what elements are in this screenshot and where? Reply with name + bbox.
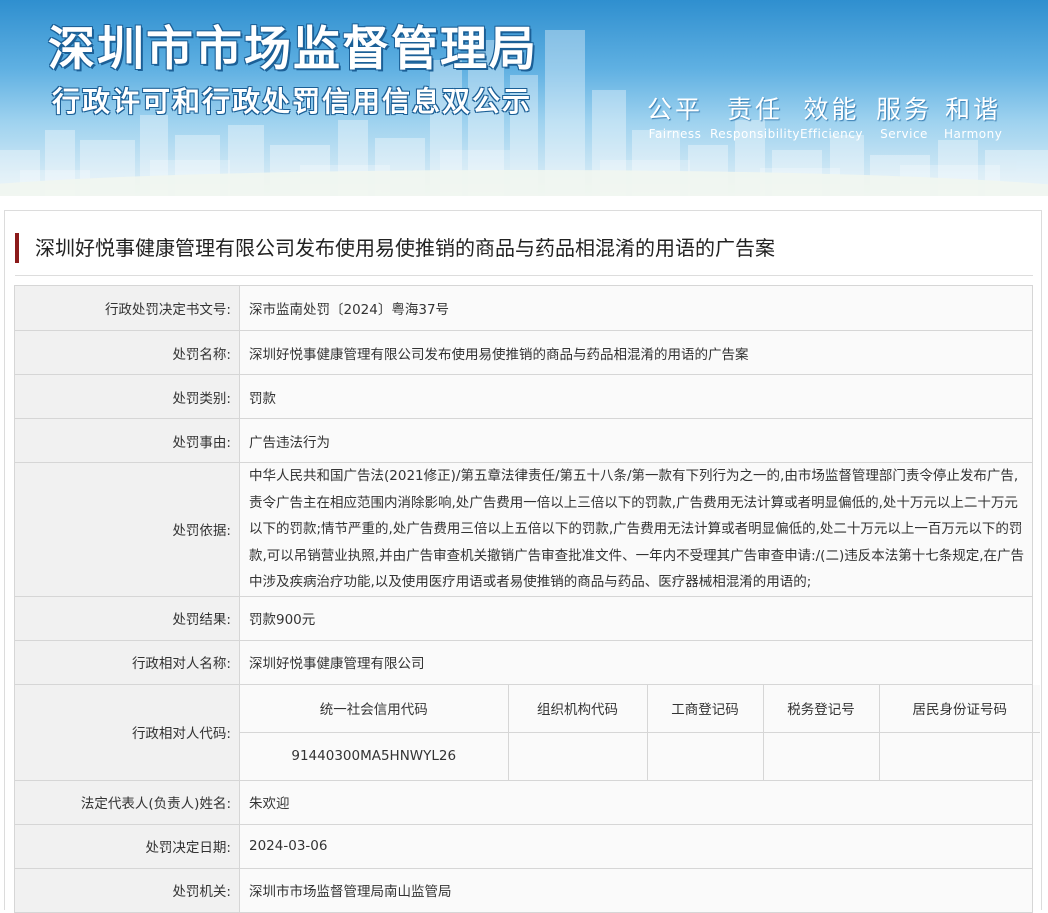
slogan-item: 效能 Efficiency [800,90,863,141]
code-value-row: 91440300MA5HNWYL26 [240,731,1040,780]
slogan-cn: 效能 [803,95,860,124]
slogan-en: Efficiency [800,127,863,141]
party-code-label: 行政相对人代码: [14,683,240,781]
party-name-value: 深圳好悦事健康管理有限公司 [239,639,1033,685]
penalty-result-value: 罚款900元 [239,595,1033,641]
penalty-name-label: 处罚名称: [14,330,240,375]
agency-title: 深圳市市场监督管理局 [48,22,538,77]
org-code-value [507,731,648,780]
table-row: 处罚机关: 深圳市市场监督管理局南山监管局 [14,867,1033,913]
slogan-cn: 公平 [647,95,704,124]
portal-subtitle: 行政许可和行政处罚信用信息双公示 [52,85,533,118]
slogan-en: Fairness [648,127,702,141]
header-banner: 深圳市市场监督管理局 行政许可和行政处罚信用信息双公示 公平 Fairness … [0,0,1048,196]
title-divider [15,275,1033,276]
decision-date-value: 2024-03-06 [239,823,1033,869]
slogan-item: 责任 Responsibility [710,90,800,141]
slogan-en: Harmony [944,127,1003,141]
case-title: 深圳好悦事健康管理有限公司发布使用易使推销的商品与药品相混淆的用语的广告案 [15,233,775,263]
slogan-cn: 责任 [727,95,784,124]
slogan-item: 公平 Fairness [647,90,703,141]
penalty-name-value: 深圳好悦事健康管理有限公司发布使用易使推销的商品与药品相混淆的用语的广告案 [239,330,1033,375]
penalty-basis-value: 中华人民共和国广告法(2021修正)/第五章法律责任/第五十八条/第一款有下列行… [239,462,1033,597]
business-reg-header: 工商登记码 [646,684,764,733]
tax-reg-header: 税务登记号 [762,684,880,733]
table-row: 行政处罚决定书文号: 深市监南处罚〔2024〕粤海37号 [14,285,1033,331]
penalty-basis-label: 处罚依据: [14,462,240,597]
authority-label: 处罚机关: [14,867,240,913]
business-reg-value [646,731,764,780]
penalty-type-label: 处罚类别: [14,374,240,419]
credit-code-header: 统一社会信用代码 [240,684,509,733]
legal-rep-value: 朱欢迎 [239,779,1033,825]
id-card-value [878,731,1040,780]
credit-code-value: 91440300MA5HNWYL26 [240,731,509,780]
slogan-cn: 和谐 [945,95,1002,124]
decision-no-label: 行政处罚决定书文号: [14,285,240,331]
penalty-reason-label: 处罚事由: [14,418,240,463]
penalty-reason-value: 广告违法行为 [239,418,1033,463]
party-code-cell: 统一社会信用代码 组织机构代码 工商登记码 税务登记号 居民身份证号码 9144… [239,683,1040,781]
party-code-table: 统一社会信用代码 组织机构代码 工商登记码 税务登记号 居民身份证号码 9144… [240,684,1040,780]
tax-reg-value [762,731,880,780]
table-row: 处罚名称: 深圳好悦事健康管理有限公司发布使用易使推销的商品与药品相混淆的用语的… [14,330,1033,375]
table-row: 处罚依据: 中华人民共和国广告法(2021修正)/第五章法律责任/第五十八条/第… [14,462,1033,597]
org-code-header: 组织机构代码 [507,684,648,733]
slogan-en: Service [880,127,928,141]
slogan-item: 和谐 Harmony [944,90,1002,141]
penalty-result-label: 处罚结果: [14,595,240,641]
table-row: 行政相对人代码: 统一社会信用代码 组织机构代码 工商登记码 税务登记号 居民身… [14,683,1040,781]
slogan-en: Responsibility [710,127,801,141]
table-row: 处罚事由: 广告违法行为 [14,418,1033,463]
slogan-item: 服务 Service [876,90,932,141]
party-name-label: 行政相对人名称: [14,639,240,685]
table-row: 处罚类别: 罚款 [14,374,1033,419]
penalty-info-table: 行政处罚决定书文号: 深市监南处罚〔2024〕粤海37号 处罚名称: 深圳好悦事… [14,285,1040,913]
table-row: 处罚结果: 罚款900元 [14,595,1033,641]
table-row: 处罚决定日期: 2024-03-06 [14,823,1033,869]
code-header-row: 统一社会信用代码 组织机构代码 工商登记码 税务登记号 居民身份证号码 [240,684,1040,733]
slogan-cn: 服务 [876,95,933,124]
decision-date-label: 处罚决定日期: [14,823,240,869]
table-row: 行政相对人名称: 深圳好悦事健康管理有限公司 [14,639,1033,685]
table-row: 法定代表人(负责人)姓名: 朱欢迎 [14,779,1033,825]
legal-rep-label: 法定代表人(负责人)姓名: [14,779,240,825]
id-card-header: 居民身份证号码 [878,684,1040,733]
penalty-type-value: 罚款 [239,374,1033,419]
authority-value: 深圳市市场监督管理局南山监管局 [239,867,1033,913]
decision-no-value: 深市监南处罚〔2024〕粤海37号 [239,285,1033,331]
